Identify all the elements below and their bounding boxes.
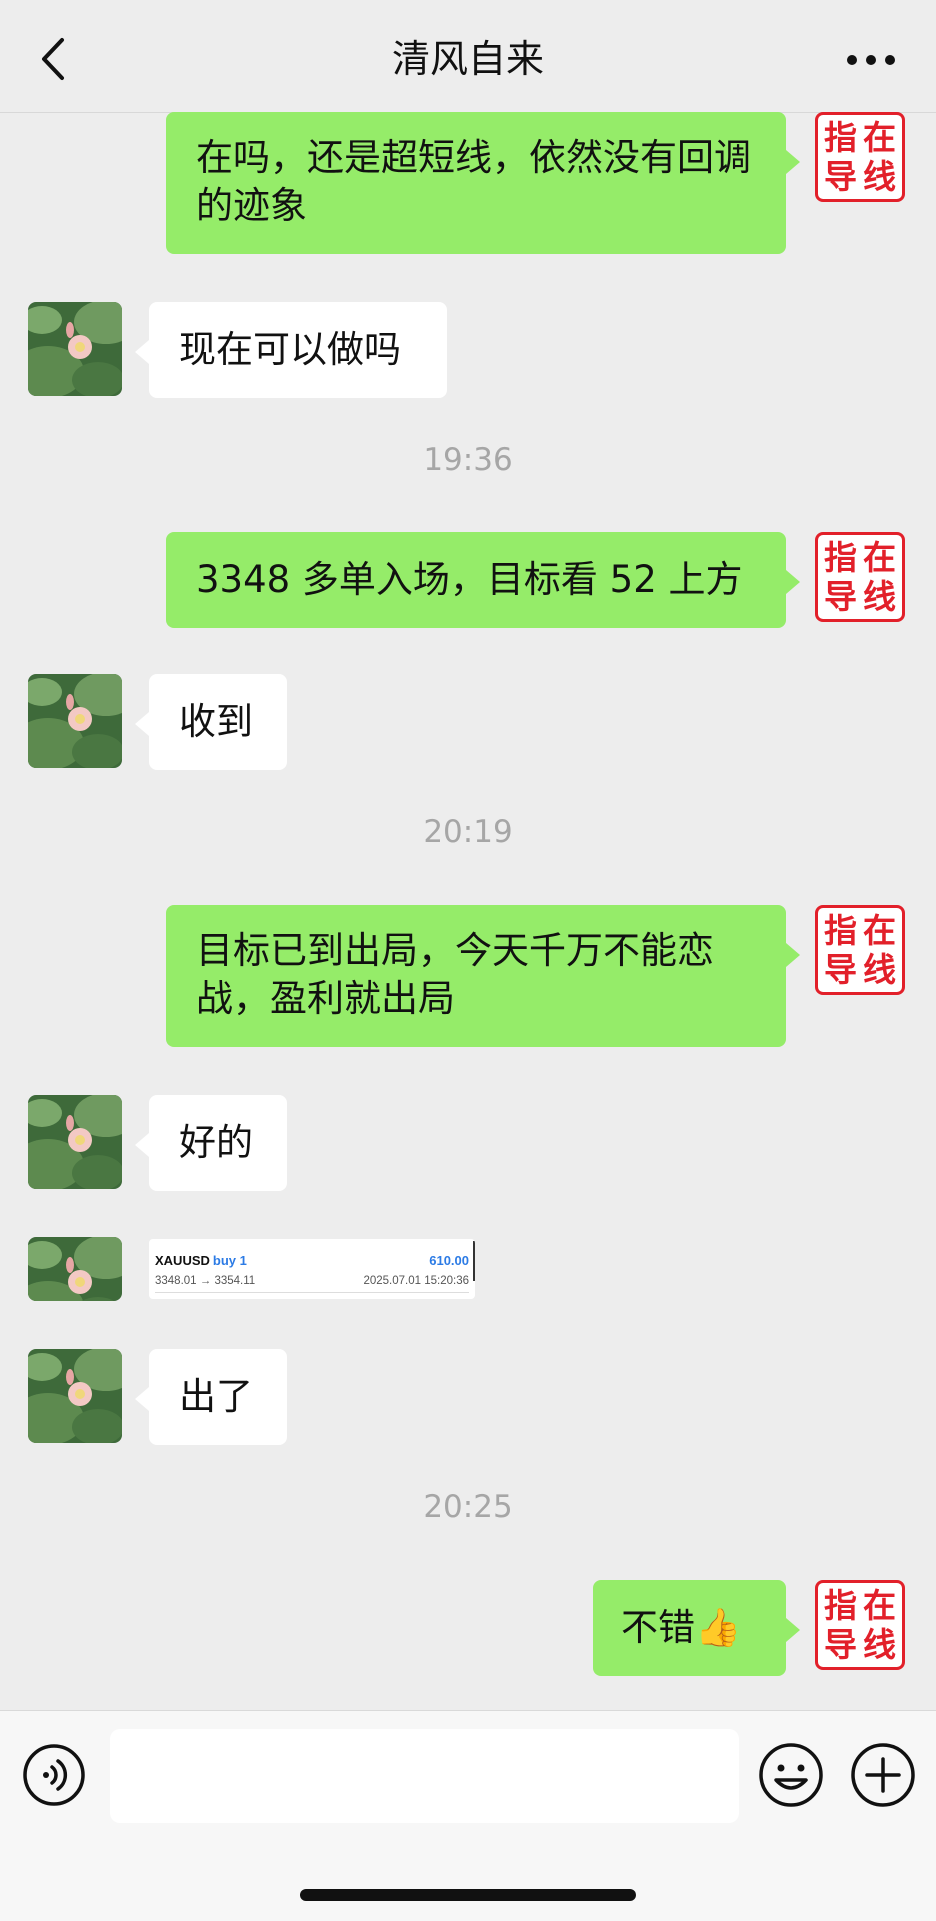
contact-avatar[interactable] <box>28 1349 122 1443</box>
timestamp: 20:19 <box>423 814 513 850</box>
message-text: 3348 多单入场，目标看 52 上方 <box>196 558 743 601</box>
home-indicator[interactable] <box>300 1889 636 1901</box>
message-bubble-contact[interactable]: 出了 <box>135 1349 287 1445</box>
message-text: 在吗，还是超短线，依然没有回调的迹象 <box>196 136 751 227</box>
more-icon[interactable] <box>842 40 900 80</box>
self-avatar-seal[interactable]: 指在 导线 <box>815 532 905 622</box>
message-bubble-contact[interactable]: 现在可以做吗 <box>135 302 447 398</box>
chat-title: 清风自来 <box>391 37 544 81</box>
timestamp: 20:25 <box>423 1489 513 1525</box>
thumbs-up-emoji: 👍 <box>695 1606 742 1649</box>
trade-symbol: XAUUSD buy 1 <box>155 1253 247 1268</box>
divider <box>155 1292 469 1293</box>
message-text: 不错 <box>621 1606 695 1649</box>
contact-avatar[interactable] <box>28 1237 122 1301</box>
plus-icon[interactable] <box>850 1742 916 1808</box>
message-bubble-self[interactable]: 3348 多单入场，目标看 52 上方 <box>166 532 800 628</box>
trade-time: 2025.07.01 15:20:36 <box>363 1275 469 1287</box>
message-bubble-self[interactable]: 目标已到出局，今天千万不能恋战，盈利就出局 <box>166 905 800 1047</box>
message-text: 出了 <box>179 1375 253 1418</box>
contact-avatar[interactable] <box>28 674 122 768</box>
trade-profit: 610.00 <box>429 1253 469 1268</box>
trade-prices: 3348.01 → 3354.11 <box>155 1275 256 1287</box>
message-text: 好的 <box>179 1121 253 1164</box>
trade-screenshot-image[interactable]: XAUUSD buy 1 610.00 3348.01 → 3354.11 202… <box>149 1239 475 1299</box>
message-text: 现在可以做吗 <box>179 328 401 371</box>
message-bubble-self[interactable]: 不错👍 <box>593 1580 800 1676</box>
timestamp: 19:36 <box>423 442 513 478</box>
chat-header: 清风自来 <box>0 0 936 113</box>
message-text: 目标已到出局，今天千万不能恋战，盈利就出局 <box>196 929 714 1020</box>
self-avatar-seal[interactable]: 指在 导线 <box>815 112 905 202</box>
contact-avatar[interactable] <box>28 302 122 396</box>
trade-direction: buy 1 <box>212 1253 247 1268</box>
contact-avatar[interactable] <box>28 1095 122 1189</box>
message-input[interactable] <box>110 1729 739 1823</box>
chat-area[interactable]: 在吗，还是超短线，依然没有回调的迹象 指在 导线 现在可以做吗 19:36 33… <box>0 112 936 1710</box>
self-avatar-seal[interactable]: 指在 导线 <box>815 905 905 995</box>
voice-icon[interactable] <box>22 1743 86 1807</box>
message-bubble-contact[interactable]: 收到 <box>135 674 287 770</box>
message-bubble-contact[interactable]: 好的 <box>135 1095 287 1191</box>
emoji-icon[interactable] <box>758 1742 824 1808</box>
self-avatar-seal[interactable]: 指在 导线 <box>815 1580 905 1670</box>
divider <box>473 1241 475 1281</box>
message-text: 收到 <box>179 700 253 743</box>
message-bubble-self[interactable]: 在吗，还是超短线，依然没有回调的迹象 <box>166 112 800 254</box>
